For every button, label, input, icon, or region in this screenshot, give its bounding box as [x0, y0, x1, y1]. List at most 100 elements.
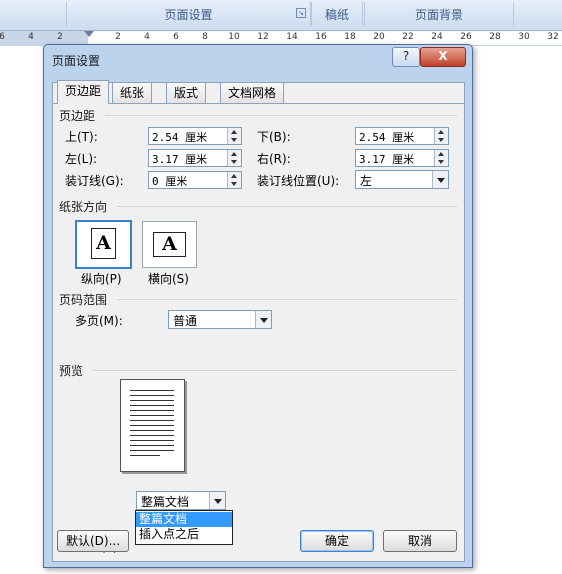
ribbon-group-label: 页面设置: [164, 7, 213, 22]
preview-line: [130, 445, 174, 446]
ribbon-group-label: 稿纸: [324, 7, 349, 22]
bottom-margin-value: 2.54 厘米: [359, 131, 415, 144]
ruler-number: 2: [115, 32, 121, 42]
preview-line: [130, 410, 174, 411]
preview-page: [120, 379, 185, 472]
preview-line: [130, 440, 174, 441]
top-margin-value: 2.54 厘米: [152, 131, 208, 144]
top-margin-label: 上(T):: [65, 130, 98, 144]
ribbon-group-label: 页面背景: [414, 7, 463, 22]
right-margin-spinner[interactable]: 3.17 厘米: [355, 149, 449, 167]
preview-line: [130, 430, 174, 431]
ribbon-group-page-background[interactable]: 页面背景: [364, 2, 514, 26]
preview-line: [130, 400, 174, 401]
preview-line: [130, 435, 174, 436]
ruler-number: 6: [173, 32, 179, 42]
preview-line: [130, 420, 174, 421]
ribbon-group-page-setup[interactable]: 页面设置 ↘: [66, 2, 311, 26]
preview-line: [130, 390, 174, 391]
ruler-number: 12: [257, 32, 269, 42]
landscape-option[interactable]: A: [142, 221, 197, 268]
preview-line: [130, 395, 174, 396]
right-margin-value: 3.17 厘米: [359, 153, 415, 166]
right-margin-label: 右(R):: [257, 152, 291, 166]
ruler-number: 20: [373, 32, 385, 42]
dialog-body: 页边距 纸张 版式 文档网格 页边距 上(T): 2.54 厘米 下(B): 2…: [52, 80, 465, 562]
help-button[interactable]: ?: [392, 47, 420, 67]
bottom-margin-label: 下(B):: [257, 130, 291, 144]
ruler-number: 10: [228, 32, 240, 42]
ruler-number: 22: [402, 32, 414, 42]
tab-layout[interactable]: 版式: [166, 82, 207, 103]
ruler-number: 8: [202, 32, 208, 42]
gutter-position-select[interactable]: 左: [355, 170, 449, 189]
spinner-arrows-icon[interactable]: [227, 172, 241, 188]
gutter-spinner[interactable]: 0 厘米: [148, 171, 242, 189]
ribbon-group-draft-paper[interactable]: 稿纸: [311, 2, 363, 26]
preview-line: [130, 450, 174, 451]
section-title-preview: 预览: [59, 364, 84, 378]
preview-line: [130, 405, 174, 406]
apply-to-option[interactable]: 插入点之后: [136, 527, 232, 542]
margins-panel: 页边距 上(T): 2.54 厘米 下(B): 2.54 厘米 左(L): 3.…: [53, 103, 464, 562]
spinner-arrows-icon[interactable]: [434, 150, 448, 166]
chevron-down-icon[interactable]: [255, 311, 271, 328]
ruler-margin-area: [0, 31, 88, 45]
divider: [117, 299, 457, 300]
preview-line: [130, 425, 174, 426]
divider: [105, 115, 457, 116]
preview-line: [130, 415, 174, 416]
section-title-pages: 页码范围: [59, 293, 108, 307]
tab-margins[interactable]: 页边距: [57, 80, 110, 104]
ruler-number: 4: [28, 32, 34, 42]
ruler-number: 2: [57, 32, 63, 42]
divider: [93, 370, 457, 371]
tab-paper[interactable]: 纸张: [112, 82, 153, 103]
dialog-title: 页面设置: [52, 54, 101, 68]
ruler-number: 26: [460, 32, 472, 42]
default-button[interactable]: 默认(D)...: [57, 530, 129, 552]
ruler-number: 24: [431, 32, 443, 42]
portrait-option[interactable]: A: [75, 220, 132, 269]
spinner-arrows-icon[interactable]: [227, 128, 241, 144]
ribbon: 页面设置 ↘ 稿纸 页面背景: [0, 0, 562, 31]
ok-button[interactable]: 确定: [300, 530, 374, 552]
dialog-launcher-icon[interactable]: ↘: [296, 8, 306, 18]
ruler-number: 30: [518, 32, 530, 42]
portrait-page-icon: A: [91, 228, 116, 259]
chevron-down-icon[interactable]: [432, 171, 448, 188]
tab-document-grid[interactable]: 文档网格: [220, 82, 285, 103]
close-button[interactable]: X: [420, 47, 466, 67]
top-margin-spinner[interactable]: 2.54 厘米: [148, 127, 242, 145]
apply-to-option[interactable]: 整篇文档: [136, 512, 232, 527]
preview-line: [130, 455, 160, 456]
ruler-number: 16: [315, 32, 327, 42]
apply-to-dropdown-list: 整篇文档 插入点之后: [135, 510, 233, 545]
bottom-margin-spinner[interactable]: 2.54 厘米: [355, 127, 449, 145]
spinner-arrows-icon[interactable]: [227, 150, 241, 166]
ruler-number: 14: [286, 32, 298, 42]
first-line-indent-marker[interactable]: [84, 31, 94, 37]
apply-to-select[interactable]: 整篇文档: [136, 491, 226, 510]
multiple-pages-select[interactable]: 普通: [168, 310, 272, 329]
apply-to-value: 整篇文档: [141, 495, 190, 509]
multiple-pages-label: 多页(M):: [75, 314, 123, 328]
gutter-position-label: 装订线位置(U):: [257, 174, 340, 188]
gutter-position-value: 左: [360, 174, 373, 188]
left-margin-spinner[interactable]: 3.17 厘米: [148, 149, 242, 167]
cancel-button[interactable]: 取消: [383, 530, 457, 552]
gutter-value: 0 厘米: [152, 175, 188, 188]
gutter-label: 装订线(G):: [65, 174, 124, 188]
ruler-number: 18: [344, 32, 356, 42]
landscape-label[interactable]: 横向(S): [148, 270, 189, 287]
page-setup-dialog: 页面设置 ? X 页边距 纸张 版式 文档网格 页边距 上(T): 2.54 厘…: [43, 44, 473, 568]
portrait-label[interactable]: 纵向(P): [81, 270, 122, 287]
spinner-arrows-icon[interactable]: [434, 128, 448, 144]
divider: [117, 206, 457, 207]
ruler-number: 4: [144, 32, 150, 42]
multiple-pages-value: 普通: [173, 314, 198, 328]
section-title-orientation: 纸张方向: [59, 200, 108, 214]
ruler-number: 6: [0, 32, 5, 42]
chevron-down-icon[interactable]: [209, 492, 225, 509]
left-margin-value: 3.17 厘米: [152, 153, 208, 166]
